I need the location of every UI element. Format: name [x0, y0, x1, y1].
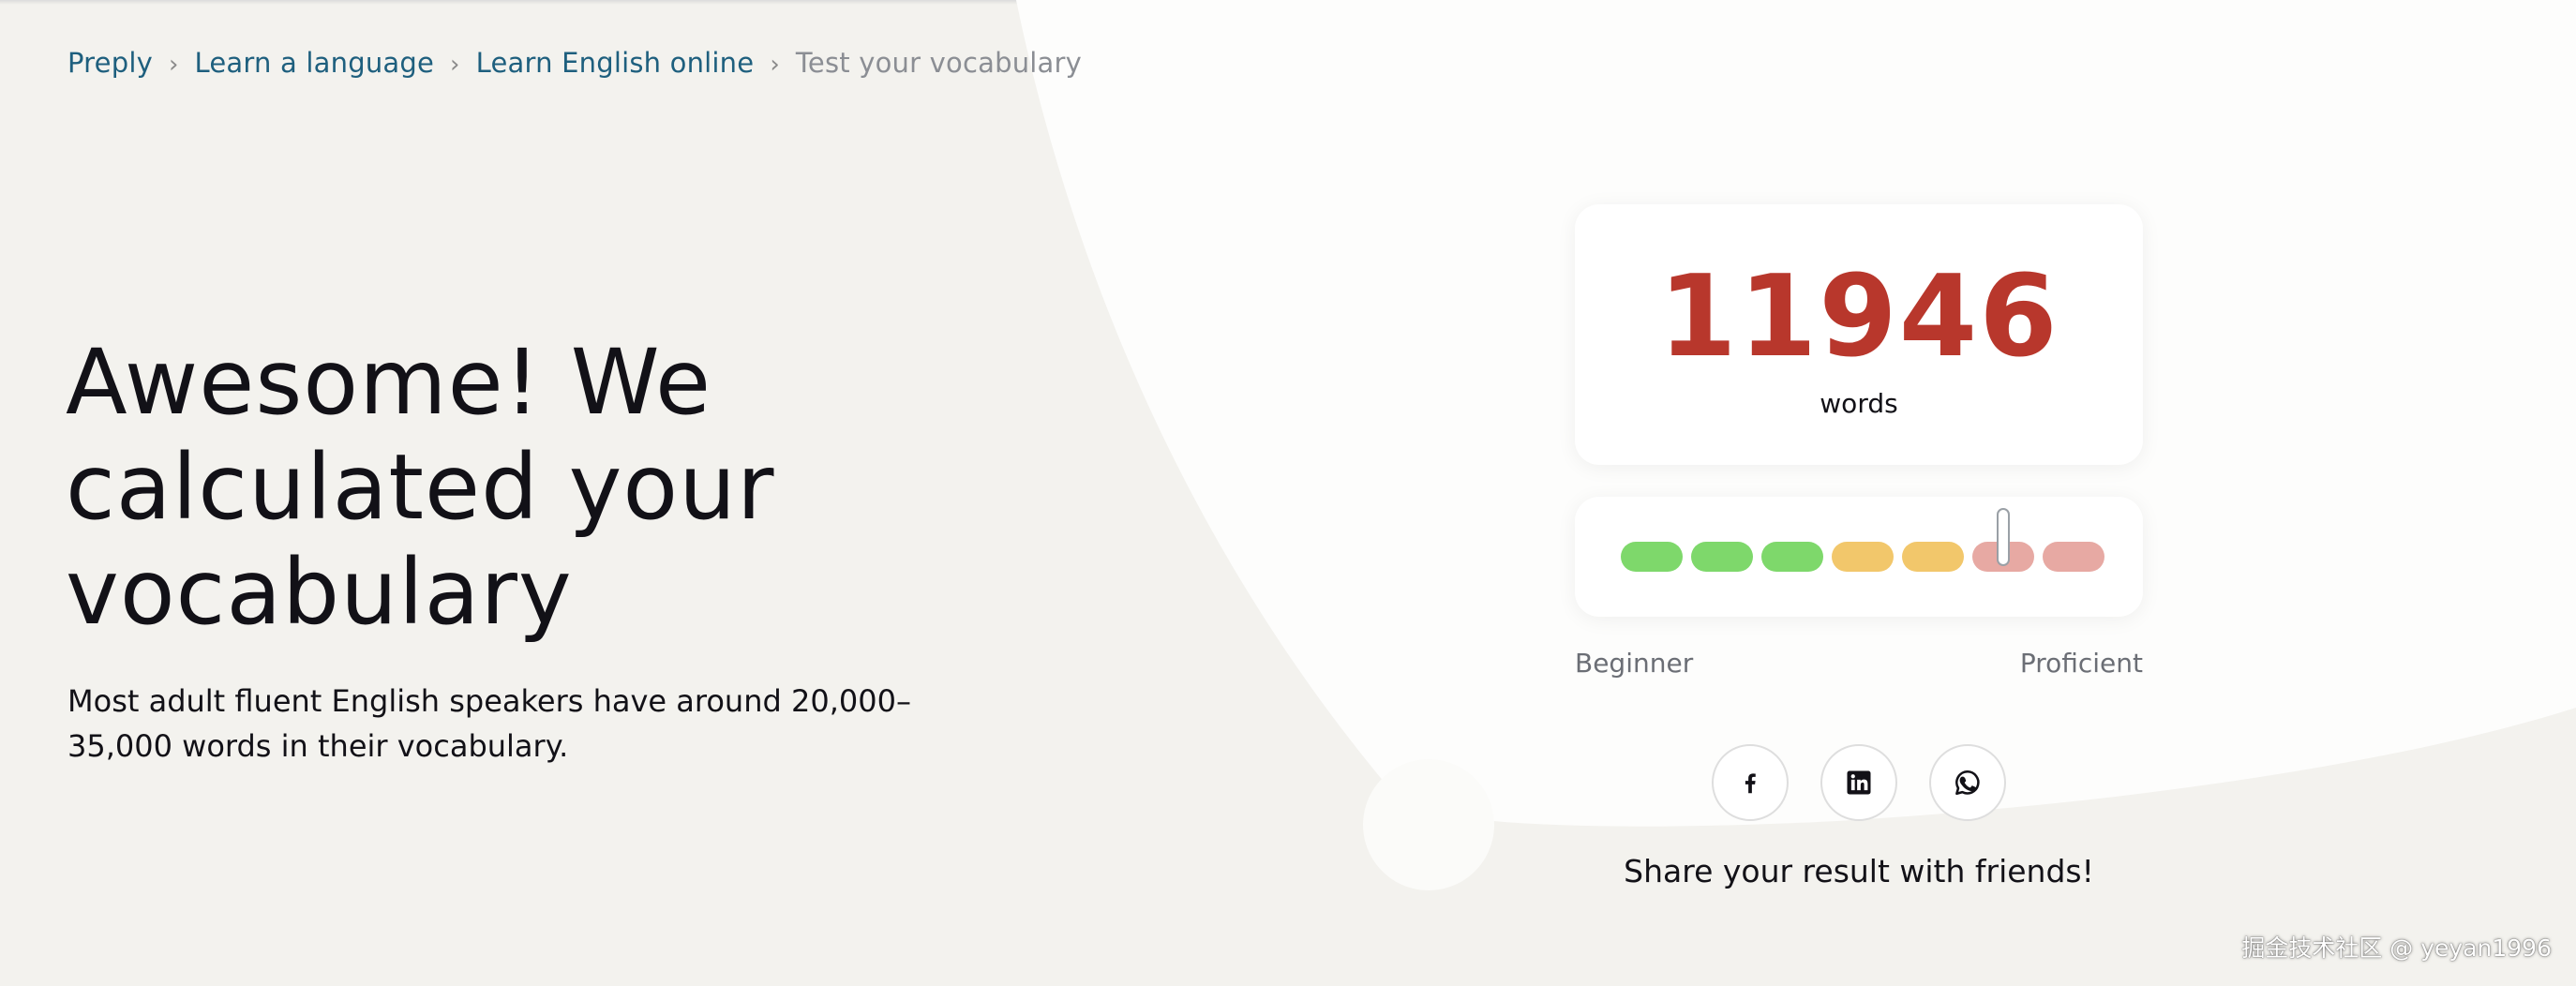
share-linkedin-button[interactable] — [1820, 744, 1897, 821]
breadcrumb-item-learn-english-online[interactable]: Learn English online — [476, 47, 755, 79]
level-segment — [1832, 542, 1894, 572]
breadcrumb-item-preply[interactable]: Preply — [67, 47, 153, 79]
breadcrumb-separator: › — [168, 51, 179, 79]
breadcrumb-separator: › — [770, 51, 780, 79]
level-segment — [1902, 542, 1964, 572]
score-unit: words — [1820, 388, 1898, 419]
breadcrumb: Preply › Learn a language › Learn Englis… — [67, 47, 1082, 79]
vocabulary-score: 11946 — [1658, 252, 2059, 382]
level-segment — [1761, 542, 1823, 572]
linkedin-icon — [1847, 770, 1871, 795]
level-segment — [1621, 542, 1683, 572]
level-segment — [2043, 542, 2104, 572]
breadcrumb-separator: › — [450, 51, 460, 79]
page-title: Awesome! We calculated your vocabulary — [66, 330, 775, 645]
page-description: Most adult fluent English speakers have … — [67, 683, 911, 764]
facebook-icon — [1745, 773, 1756, 794]
level-scale-card — [1575, 497, 2143, 617]
share-prompt: Share your result with friends! — [1624, 853, 2094, 889]
scale-max-label: Proficient — [2019, 648, 2143, 679]
breadcrumb-item-learn-a-language[interactable]: Learn a language — [195, 47, 434, 79]
breadcrumb-current-page: Test your vocabulary — [795, 47, 1082, 79]
level-marker — [1996, 508, 2010, 566]
watermark: 掘金技术社区 @ yeyan1996 — [2241, 934, 2552, 962]
scale-min-label: Beginner — [1575, 648, 1694, 679]
level-segment — [1691, 542, 1753, 572]
whatsapp-icon — [1955, 769, 1980, 795]
share-facebook-button[interactable] — [1712, 744, 1789, 821]
score-card: 11946 words — [1575, 204, 2143, 465]
share-whatsapp-button[interactable] — [1929, 744, 2006, 821]
level-scale — [1621, 542, 2104, 572]
